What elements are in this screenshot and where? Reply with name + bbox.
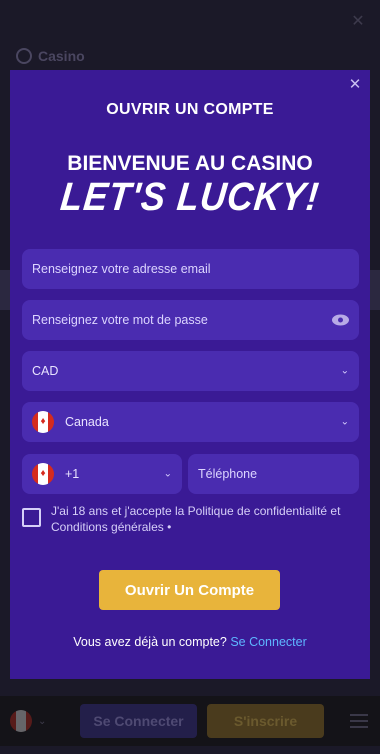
bottom-bar: ⌄ Se Connecter S'inscrire bbox=[0, 696, 380, 746]
login-prompt: Vous avez déjà un compte? Se Connecter bbox=[10, 635, 370, 649]
chevron-down-icon: ⌄ bbox=[163, 468, 172, 480]
terms-checkbox[interactable] bbox=[22, 508, 41, 527]
password-field[interactable]: Renseignez votre mot de passe bbox=[22, 300, 359, 340]
background-casino-label: Casino bbox=[16, 48, 85, 64]
open-account-button[interactable]: Ouvrir Un Compte bbox=[99, 570, 280, 610]
bottom-signup-button[interactable]: S'inscrire bbox=[207, 704, 324, 738]
close-icon[interactable]: ✕ bbox=[348, 77, 362, 92]
bottom-login-button[interactable]: Se Connecter bbox=[80, 704, 197, 738]
login-prompt-text: Vous avez déjà un compte? bbox=[73, 635, 227, 649]
currency-select[interactable]: CAD ⌄ bbox=[22, 351, 359, 391]
background-close-icon[interactable]: ✕ bbox=[350, 14, 366, 30]
currency-value: CAD bbox=[32, 364, 59, 378]
email-placeholder: Renseignez votre adresse email bbox=[32, 262, 211, 276]
chevron-down-icon: ⌄ bbox=[340, 365, 349, 377]
canada-flag-icon: ♦ bbox=[32, 463, 54, 485]
country-value: Canada bbox=[65, 415, 109, 429]
background-banner-edge bbox=[0, 270, 10, 310]
language-flag-icon[interactable] bbox=[10, 710, 32, 732]
phone-prefix-select[interactable]: ♦ +1 ⌄ bbox=[22, 454, 182, 494]
casino-icon bbox=[16, 48, 32, 64]
terms-label: J'ai 18 ans et j'accepte la Politique de… bbox=[51, 504, 341, 534]
phone-placeholder: Téléphone bbox=[198, 467, 258, 481]
country-select[interactable]: ♦ Canada ⌄ bbox=[22, 402, 359, 442]
email-field[interactable]: Renseignez votre adresse email bbox=[22, 249, 359, 289]
password-placeholder: Renseignez votre mot de passe bbox=[32, 313, 208, 327]
welcome-heading: BIENVENUE AU CASINO bbox=[67, 152, 313, 175]
terms-row: J'ai 18 ans et j'accepte la Politique de… bbox=[22, 503, 362, 535]
canada-flag-icon: ♦ bbox=[32, 411, 54, 433]
chevron-down-icon: ⌄ bbox=[340, 416, 349, 428]
menu-icon[interactable] bbox=[350, 714, 368, 732]
phone-field[interactable]: Téléphone bbox=[188, 454, 359, 494]
chevron-down-icon[interactable]: ⌄ bbox=[38, 716, 46, 727]
signup-modal: ✕ OUVRIR UN COMPTE BIENVENUE AU CASINO L… bbox=[10, 70, 370, 679]
brand-logo: LET'S LUCKY! bbox=[58, 173, 322, 219]
modal-title: OUVRIR UN COMPTE bbox=[106, 101, 274, 118]
eye-icon[interactable] bbox=[332, 314, 349, 326]
phone-prefix-value: +1 bbox=[65, 467, 80, 481]
background-banner-edge bbox=[370, 270, 380, 310]
casino-label: Casino bbox=[38, 48, 85, 64]
login-link[interactable]: Se Connecter bbox=[230, 635, 306, 649]
